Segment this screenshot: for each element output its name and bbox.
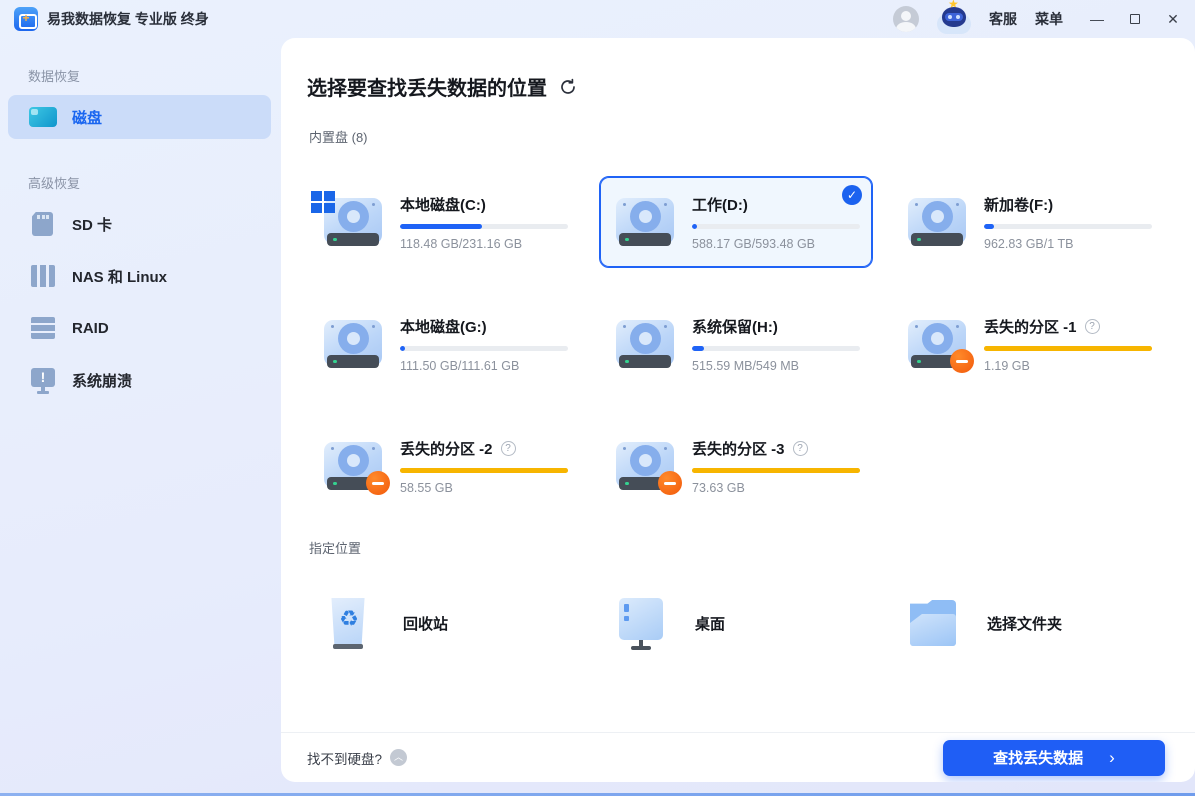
- help-question-icon[interactable]: ?: [793, 441, 808, 456]
- drive-capacity: 58.55 GB: [400, 481, 568, 495]
- usage-bar: [400, 346, 568, 351]
- drive-card-lost-2[interactable]: 丢失的分区 -2 ? 58.55 GB: [307, 420, 581, 512]
- help-question-icon[interactable]: ?: [1085, 319, 1100, 334]
- selected-check-icon: ✓: [842, 185, 862, 205]
- hard-drive-icon: [616, 196, 674, 248]
- drive-capacity: 73.63 GB: [692, 481, 860, 495]
- drive-name: 丢失的分区 -2: [400, 438, 493, 459]
- sidebar-item-label: NAS 和 Linux: [72, 266, 167, 287]
- folder-icon: [907, 594, 959, 652]
- scan-button-label: 查找丢失数据: [993, 747, 1083, 768]
- recycle-bin-icon: ♻: [323, 594, 375, 652]
- usage-bar: [984, 224, 1152, 229]
- sidebar-item-label: SD 卡: [72, 214, 112, 235]
- specified-location-label: 指定位置: [309, 538, 1169, 557]
- help-question-icon[interactable]: ?: [501, 441, 516, 456]
- lost-partition-icon: [616, 440, 674, 492]
- drive-capacity: 515.59 MB/549 MB: [692, 359, 860, 373]
- drive-card-lost-1[interactable]: 丢失的分区 -1 ? 1.19 GB: [891, 298, 1165, 390]
- drive-capacity: 962.83 GB/1 TB: [984, 237, 1152, 251]
- sidebar-item-label: 系统崩溃: [72, 370, 132, 391]
- drive-card-c[interactable]: 本地磁盘(C:) 118.48 GB/231.16 GB: [307, 176, 581, 268]
- app-logo-icon: [14, 7, 38, 31]
- location-desktop[interactable]: 桌面: [599, 585, 891, 661]
- drive-capacity: 118.48 GB/231.16 GB: [400, 237, 568, 251]
- drive-grid: 本地磁盘(C:) 118.48 GB/231.16 GB ✓ 工作(D:) 58…: [307, 176, 1169, 512]
- nas-icon: [28, 261, 58, 291]
- sidebar-item-raid[interactable]: RAID: [8, 306, 271, 350]
- sidebar-item-label: 磁盘: [72, 107, 102, 128]
- lost-partition-icon: [908, 318, 966, 370]
- scan-lost-data-button[interactable]: 查找丢失数据 ›: [943, 740, 1165, 776]
- close-button[interactable]: ✕: [1165, 11, 1181, 27]
- drive-card-lost-3[interactable]: 丢失的分区 -3 ? 73.63 GB: [599, 420, 873, 512]
- drive-capacity: 588.17 GB/593.48 GB: [692, 237, 860, 251]
- sidebar-item-system-crash[interactable]: 系统崩溃: [8, 358, 271, 402]
- sidebar: 数据恢复 磁盘 高级恢复 SD 卡 NAS 和 Linux RAID 系统崩溃: [0, 38, 281, 796]
- drive-capacity: 111.50 GB/111.61 GB: [400, 359, 568, 373]
- sd-card-icon: [28, 209, 58, 239]
- support-link[interactable]: 客服: [989, 9, 1017, 29]
- lost-partition-icon: [324, 440, 382, 492]
- sidebar-item-label: RAID: [72, 320, 109, 337]
- main-panel: 选择要查找丢失数据的位置 内置盘 (8) 本地磁盘(C:) 118.48 GB/…: [281, 38, 1195, 782]
- drive-card-g[interactable]: 本地磁盘(G:) 111.50 GB/111.61 GB: [307, 298, 581, 390]
- minimize-button[interactable]: —: [1089, 11, 1105, 27]
- user-avatar[interactable]: [893, 6, 919, 32]
- assistant-robot-icon[interactable]: ★: [937, 4, 971, 34]
- hard-drive-icon: [616, 318, 674, 370]
- drive-name: 新加卷(F:): [984, 194, 1053, 215]
- hard-drive-icon: [908, 196, 966, 248]
- sidebar-section-data-recovery: 数据恢复: [0, 66, 281, 85]
- sidebar-item-nas-linux[interactable]: NAS 和 Linux: [8, 254, 271, 298]
- drive-capacity: 1.19 GB: [984, 359, 1152, 373]
- sidebar-section-advanced: 高级恢复: [0, 173, 281, 192]
- drive-card-h[interactable]: 系统保留(H:) 515.59 MB/549 MB: [599, 298, 873, 390]
- app-title: 易我数据恢复 专业版 终身: [47, 9, 209, 29]
- lost-minus-badge-icon: [658, 471, 682, 495]
- windows-logo-icon: [311, 191, 335, 214]
- drive-name: 工作(D:): [692, 194, 748, 215]
- location-select-folder[interactable]: 选择文件夹: [891, 585, 1183, 661]
- refresh-icon[interactable]: [559, 78, 577, 96]
- location-label: 选择文件夹: [987, 613, 1062, 634]
- footer-bar: 找不到硬盘? ︿ 查找丢失数据 ›: [281, 732, 1195, 782]
- disk-icon: [28, 102, 58, 132]
- usage-bar: [400, 468, 568, 473]
- drive-name: 丢失的分区 -1: [984, 316, 1077, 337]
- lost-minus-badge-icon: [950, 349, 974, 373]
- menu-link[interactable]: 菜单: [1035, 9, 1063, 29]
- hard-drive-icon: [324, 196, 382, 248]
- arrow-right-icon: ›: [1109, 749, 1115, 766]
- system-crash-icon: [28, 365, 58, 395]
- drive-name: 丢失的分区 -3: [692, 438, 785, 459]
- maximize-button[interactable]: [1127, 11, 1143, 27]
- usage-bar: [692, 468, 860, 473]
- titlebar: 易我数据恢复 专业版 终身 ★ 客服 菜单 — ✕: [0, 0, 1195, 38]
- drive-name: 本地磁盘(G:): [400, 316, 487, 337]
- sidebar-item-disk[interactable]: 磁盘: [8, 95, 271, 139]
- hard-drive-icon: [324, 318, 382, 370]
- internal-disks-label: 内置盘 (8): [309, 127, 1169, 146]
- drive-card-d[interactable]: ✓ 工作(D:) 588.17 GB/593.48 GB: [599, 176, 873, 268]
- usage-bar: [692, 346, 860, 351]
- drive-name: 系统保留(H:): [692, 316, 778, 337]
- page-title: 选择要查找丢失数据的位置: [307, 72, 547, 101]
- drive-card-f[interactable]: 新加卷(F:) 962.83 GB/1 TB: [891, 176, 1165, 268]
- location-label: 桌面: [695, 613, 725, 634]
- chevron-up-icon[interactable]: ︿: [390, 749, 407, 766]
- cannot-find-disk-text: 找不到硬盘?: [307, 748, 382, 768]
- desktop-icon: [615, 594, 667, 652]
- drive-name: 本地磁盘(C:): [400, 194, 486, 215]
- location-label: 回收站: [403, 613, 448, 634]
- usage-bar: [692, 224, 860, 229]
- usage-bar: [984, 346, 1152, 351]
- raid-icon: [28, 313, 58, 343]
- lost-minus-badge-icon: [366, 471, 390, 495]
- usage-bar: [400, 224, 568, 229]
- sidebar-item-sd-card[interactable]: SD 卡: [8, 202, 271, 246]
- location-row: ♻ 回收站 桌面 选择文件夹: [307, 585, 1169, 661]
- location-recycle-bin[interactable]: ♻ 回收站: [307, 585, 599, 661]
